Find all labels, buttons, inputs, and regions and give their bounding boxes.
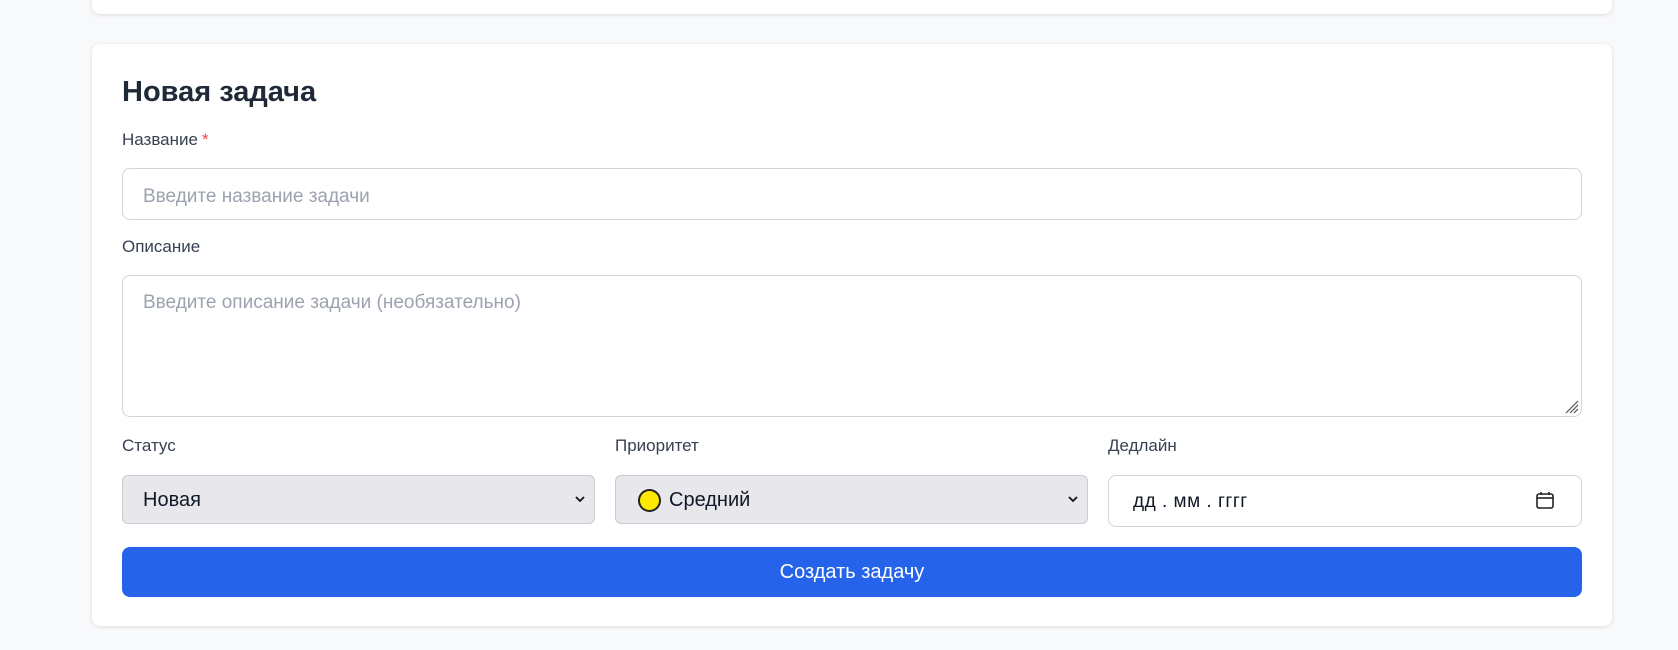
description-label: Описание <box>122 237 201 256</box>
status-select[interactable]: Новая <box>122 475 595 524</box>
new-task-form: Новая задача Название * Введите название … <box>92 44 1612 626</box>
name-label-text: Название <box>122 130 198 149</box>
chevron-down-icon <box>575 496 585 503</box>
deadline-label: Дедлайн <box>1108 436 1177 455</box>
chevron-down-icon <box>1068 496 1078 503</box>
task-name-input[interactable]: Введите название задачи <box>122 168 1582 220</box>
resize-handle-icon[interactable] <box>1563 398 1579 414</box>
form-title: Новая задача <box>122 76 317 108</box>
name-label: Название * <box>122 130 209 150</box>
deadline-placeholder: дд . мм . гггг <box>1133 491 1248 512</box>
priority-value: Средний <box>669 489 751 511</box>
priority-select[interactable]: Средний <box>615 475 1088 524</box>
deadline-date-input[interactable]: дд . мм . гггг <box>1108 475 1582 527</box>
status-value: Новая <box>143 489 201 511</box>
previous-card <box>92 0 1612 14</box>
task-description-placeholder: Введите описание задачи (необязательно) <box>143 292 521 313</box>
calendar-icon[interactable] <box>1535 490 1555 510</box>
status-label: Статус <box>122 436 176 455</box>
required-mark: * <box>201 130 209 149</box>
task-description-textarea[interactable]: Введите описание задачи (необязательно) <box>122 275 1582 417</box>
priority-label: Приоритет <box>615 436 699 455</box>
task-name-placeholder: Введите название задачи <box>143 186 370 207</box>
create-task-button[interactable]: Создать задачу <box>122 547 1582 597</box>
yellow-circle-icon <box>638 489 661 512</box>
